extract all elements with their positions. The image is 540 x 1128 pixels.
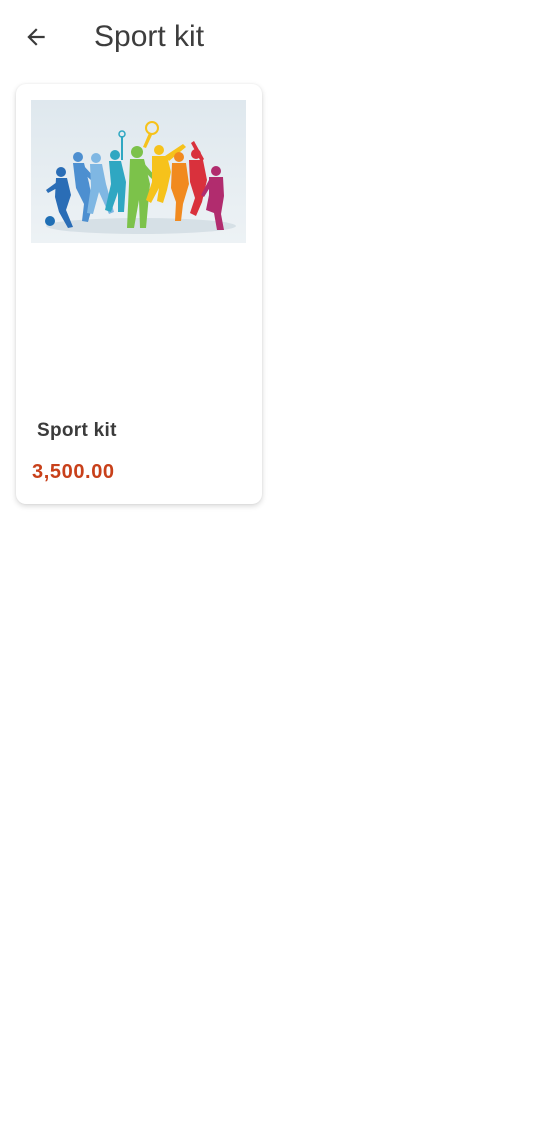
- page-title: Sport kit: [94, 20, 205, 53]
- product-card[interactable]: Sport kit 3,500.00: [16, 84, 262, 504]
- product-name: Sport kit: [37, 420, 117, 441]
- product-price: 3,500.00: [32, 461, 115, 483]
- app-bar: Sport kit: [0, 0, 540, 76]
- back-button[interactable]: [14, 15, 58, 59]
- arrow-left-icon: [27, 28, 45, 46]
- sports-silhouettes-image: [31, 100, 246, 243]
- product-image: [31, 100, 246, 243]
